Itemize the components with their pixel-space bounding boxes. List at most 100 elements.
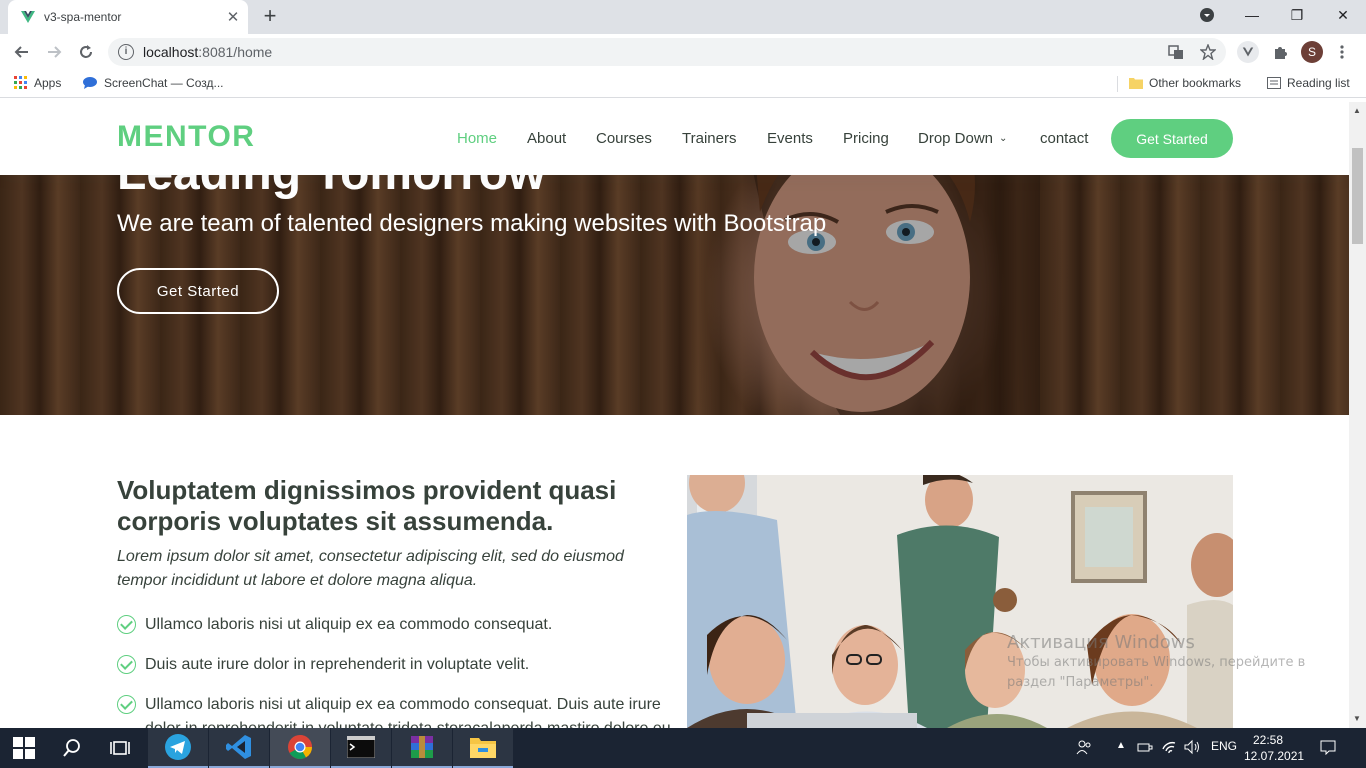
vue-devtools-icon[interactable] (1237, 41, 1259, 63)
url-text: localhost:8081/home (143, 44, 273, 60)
clock-time: 22:58 (1252, 733, 1284, 747)
reading-list-icon (1267, 77, 1281, 89)
scroll-up-arrow-icon[interactable]: ▲ (1353, 106, 1361, 115)
watermark-title: Активация Windows (1007, 632, 1195, 653)
power-plug-icon[interactable] (1137, 739, 1153, 758)
bookmark-other-label: Other bookmarks (1149, 76, 1242, 90)
reload-icon (80, 45, 92, 58)
folder-icon (1129, 78, 1143, 89)
terminal-icon (347, 736, 375, 758)
hero-subtitle: We are team of talented designers making… (117, 210, 827, 237)
clock-date: 12.07.2021 (1244, 749, 1305, 763)
arrow-right-icon (48, 46, 62, 58)
page-scrollbar[interactable]: ▲ ▼ (1349, 102, 1366, 728)
nav-dropdown[interactable]: Drop Down ⌄ (918, 130, 1007, 147)
vue-logo-icon (21, 11, 35, 23)
translate-icon[interactable] (1166, 42, 1186, 62)
hero-get-started-button[interactable]: Get Started (117, 268, 279, 314)
site-info-icon[interactable]: i (118, 44, 134, 60)
list-item: Ullamco laboris nisi ut aliquip ex ea co… (117, 613, 672, 637)
address-bar[interactable]: i localhost:8081/home (108, 38, 1226, 66)
telegram-icon (165, 734, 191, 760)
chrome-menu-icon[interactable] (1332, 42, 1352, 62)
profile-avatar[interactable]: S (1301, 41, 1323, 63)
taskbar-chrome[interactable] (270, 728, 330, 768)
wifi-icon[interactable] (1162, 739, 1178, 758)
nav-contact[interactable]: contact (1040, 130, 1088, 147)
tab-title: v3-spa-mentor (44, 10, 122, 24)
bookmark-screenchat-label: ScreenChat — Созд... (104, 76, 224, 90)
reading-list-label: Reading list (1287, 76, 1350, 90)
bookmark-apps[interactable]: Apps (14, 76, 61, 90)
scroll-down-arrow-icon[interactable]: ▼ (1353, 714, 1361, 723)
bookmark-star-icon[interactable] (1198, 42, 1218, 62)
winrar-icon (411, 736, 433, 758)
taskbar-file-explorer[interactable] (453, 728, 513, 768)
nav-events[interactable]: Events (767, 130, 813, 147)
about-lead: Lorem ipsum dolor sit amet, consectetur … (117, 548, 624, 589)
volume-icon[interactable] (1184, 739, 1202, 758)
bookmarks-divider (1117, 76, 1118, 92)
site-logo[interactable]: MENTOR (117, 120, 255, 154)
list-item-text: Ullamco laboris nisi ut aliquip ex ea co… (145, 696, 671, 728)
nav-courses[interactable]: Courses (596, 130, 652, 147)
bookmark-apps-label: Apps (34, 76, 62, 90)
nav-pricing[interactable]: Pricing (843, 130, 889, 147)
list-item-text: Duis aute irure dolor in reprehenderit i… (145, 656, 530, 673)
screenchat-icon (83, 77, 97, 89)
list-item-text: Ullamco laboris nisi ut aliquip ex ea co… (145, 616, 553, 633)
chrome-icon (288, 735, 312, 760)
header-get-started-button[interactable]: Get Started (1111, 119, 1233, 158)
maximize-button[interactable]: ❐ (1274, 0, 1320, 30)
taskbar-clock[interactable]: 22:58 12.07.2021 (1244, 732, 1305, 764)
bookmark-screenchat[interactable]: ScreenChat — Созд... (82, 76, 223, 90)
site-header: MENTOR Home About Courses Trainers Event… (0, 102, 1349, 175)
check-circle-icon (117, 695, 136, 714)
nav-trainers[interactable]: Trainers (682, 130, 736, 147)
apps-grid-icon (14, 76, 27, 89)
scrollbar-thumb[interactable] (1352, 148, 1363, 244)
bookmarks-bar: Apps ScreenChat — Созд... Other bookmark… (0, 70, 1366, 98)
search-button[interactable] (48, 728, 96, 768)
check-circle-icon (117, 615, 136, 634)
folder-icon (470, 738, 496, 758)
forward-button[interactable] (42, 40, 66, 64)
task-view-icon (110, 741, 130, 755)
check-circle-icon (117, 655, 136, 674)
browser-tab[interactable]: v3-spa-mentor ✕ (8, 0, 248, 34)
watermark-line-2: раздел "Параметры". (1007, 675, 1154, 690)
close-window-button[interactable]: ✕ (1320, 0, 1366, 30)
taskbar-terminal[interactable] (331, 728, 391, 768)
windows-taskbar: ▲ ENG 22:58 12.07.2021 (0, 728, 1366, 768)
start-button[interactable] (0, 728, 48, 768)
minimize-button[interactable]: — (1229, 0, 1275, 30)
chevron-down-icon: ⌄ (999, 133, 1008, 144)
nav-dropdown-label: Drop Down (918, 130, 994, 147)
browser-tab-strip: v3-spa-mentor ✕ + — ❐ ✕ (0, 0, 1366, 34)
people-icon[interactable] (1076, 739, 1092, 758)
tab-close-icon[interactable]: ✕ (222, 8, 244, 26)
taskbar-vscode[interactable] (209, 728, 269, 768)
reload-button[interactable] (74, 40, 98, 64)
taskbar-winrar[interactable] (392, 728, 452, 768)
back-button[interactable] (10, 40, 34, 64)
reading-list-button[interactable]: Reading list (1267, 76, 1350, 90)
notifications-icon[interactable] (1320, 739, 1336, 758)
profile-menu-icon[interactable] (1184, 0, 1230, 30)
list-item: Duis aute irure dolor in reprehenderit i… (117, 653, 672, 677)
windows-activation-watermark: Активация Windows Чтобы активировать Win… (1007, 632, 1337, 693)
language-indicator[interactable]: ENG (1211, 739, 1237, 753)
bookmark-other-folder[interactable]: Other bookmarks (1129, 76, 1241, 90)
taskbar-telegram[interactable] (148, 728, 208, 768)
show-hidden-icons-chevron-icon[interactable]: ▲ (1116, 740, 1126, 751)
list-item: Ullamco laboris nisi ut aliquip ex ea co… (117, 693, 672, 728)
search-icon (63, 739, 80, 757)
page-viewport: Leading Tomorrow We are team of talented… (0, 102, 1349, 728)
nav-about[interactable]: About (527, 130, 566, 147)
extensions-puzzle-icon[interactable] (1270, 42, 1290, 62)
nav-home[interactable]: Home (457, 130, 497, 147)
browser-toolbar: i localhost:8081/home S (0, 34, 1366, 70)
task-view-button[interactable] (96, 728, 144, 768)
about-title: Voluptatem dignissimos provident quasi c… (117, 475, 617, 536)
new-tab-button[interactable]: + (258, 4, 282, 28)
